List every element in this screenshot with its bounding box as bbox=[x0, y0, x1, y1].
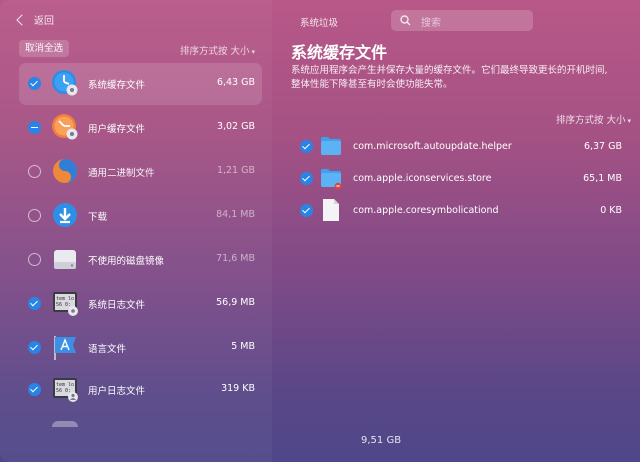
sort-label: 排序方式按 大小 bbox=[555, 115, 626, 126]
category-panel: 返回 取消全选 排序方式按 大小▾ 系统缓存文件 6,43 GB 用户缓存文件 bbox=[0, 0, 272, 462]
checkbox[interactable] bbox=[300, 172, 313, 185]
system-cache-icon bbox=[52, 70, 78, 96]
back-button[interactable]: 返回 bbox=[16, 12, 54, 27]
item-size: 1,21 GB bbox=[216, 165, 255, 176]
downloads-icon bbox=[53, 203, 77, 227]
system-log-icon: tem lo 56 0: bbox=[53, 292, 78, 316]
category-item-universal-binaries[interactable]: 通用二进制文件 1,21 GB bbox=[19, 151, 262, 193]
checkbox[interactable] bbox=[28, 253, 41, 266]
user-cache-icon bbox=[52, 114, 78, 140]
item-size: 5 MB bbox=[231, 341, 255, 352]
file-size: 65,1 MB bbox=[583, 173, 622, 184]
item-label: 系统缓存文件 bbox=[88, 80, 146, 91]
sort-arrow-icon: ▾ bbox=[251, 48, 256, 56]
category-item-downloads[interactable]: 下载 84,1 MB bbox=[19, 195, 262, 237]
item-size: 71,6 MB bbox=[216, 253, 255, 264]
category-item-user-logs[interactable]: tem lo 56 0: 用户日志文件 319 KB bbox=[19, 369, 262, 411]
file-row[interactable]: com.apple.iconservices.store 65,1 MB bbox=[298, 166, 630, 192]
file-name: com.apple.coresymbolicationd bbox=[353, 205, 499, 216]
item-size: 84,1 MB bbox=[216, 209, 255, 220]
description-line: 整体性能下降甚至有时会使功能失常。 bbox=[291, 79, 453, 90]
file-row[interactable]: com.microsoft.autoupdate.helper 6,37 GB bbox=[298, 134, 630, 160]
search-icon bbox=[400, 15, 411, 26]
checkbox[interactable] bbox=[28, 209, 41, 222]
search-input[interactable]: 搜索 bbox=[391, 10, 533, 31]
checkbox[interactable] bbox=[28, 341, 41, 354]
detail-description: 系统应用程序会产生并保存大量的缓存文件。它们最终导致更长的开机时间, 整体性能下… bbox=[291, 64, 611, 92]
category-item-language-files[interactable]: 语言文件 5 MB bbox=[19, 327, 262, 369]
checkbox[interactable] bbox=[28, 383, 41, 396]
section-title: 系统垃圾 bbox=[300, 18, 339, 29]
category-item-unused-disk-images[interactable]: 不使用的磁盘镜像 71,6 MB bbox=[19, 239, 262, 281]
file-size: 0 KB bbox=[600, 205, 622, 216]
file-name: com.apple.iconservices.store bbox=[353, 173, 492, 184]
item-label: 通用二进制文件 bbox=[88, 168, 155, 179]
universal-binary-icon bbox=[53, 159, 77, 183]
sort-label: 排序方式按 大小 bbox=[180, 46, 250, 57]
scroll-fade-item bbox=[52, 421, 78, 427]
item-label: 不使用的磁盘镜像 bbox=[88, 256, 165, 267]
item-size: 56,9 MB bbox=[216, 297, 255, 308]
svg-text:56 0:: 56 0: bbox=[56, 388, 71, 394]
item-label: 下载 bbox=[88, 212, 108, 223]
chevron-left-icon bbox=[16, 13, 28, 26]
item-size: 319 KB bbox=[221, 383, 255, 394]
deselect-all-button[interactable]: 取消全选 bbox=[19, 40, 70, 57]
checkbox[interactable] bbox=[300, 140, 313, 153]
sort-menu-left[interactable]: 排序方式按 大小 ▾ bbox=[180, 43, 255, 57]
checkbox[interactable] bbox=[28, 297, 41, 310]
cleanup-window: 返回 取消全选 排序方式按 大小▾ 系统缓存文件 6,43 GB 用户缓存文件 bbox=[0, 0, 640, 462]
category-item-system-cache[interactable]: 系统缓存文件 6,43 GB bbox=[19, 63, 262, 105]
folder-locked-icon bbox=[321, 169, 342, 190]
detail-title: 系统缓存文件 bbox=[291, 43, 388, 62]
file-row[interactable]: com.apple.coresymbolicationd 0 KB bbox=[298, 198, 630, 224]
item-label: 系统日志文件 bbox=[88, 300, 146, 311]
svg-text:56 0:: 56 0: bbox=[56, 302, 71, 308]
user-log-icon: tem lo 56 0: bbox=[53, 378, 78, 402]
checkbox[interactable] bbox=[28, 165, 41, 178]
sort-menu-right[interactable]: 排序方式按 大小 ▾ bbox=[556, 112, 631, 126]
item-size: 6,43 GB bbox=[216, 77, 255, 88]
file-name: com.microsoft.autoupdate.helper bbox=[353, 141, 512, 152]
checkbox[interactable] bbox=[300, 204, 313, 217]
document-icon bbox=[323, 199, 339, 221]
disk-image-icon bbox=[54, 250, 76, 269]
category-item-system-logs[interactable]: tem lo 56 0: 系统日志文件 56,9 MB bbox=[19, 283, 262, 325]
item-label: 用户日志文件 bbox=[88, 386, 146, 397]
back-label: 返回 bbox=[34, 16, 54, 27]
sort-arrow-icon: ▾ bbox=[627, 117, 631, 125]
folder-icon bbox=[321, 137, 341, 155]
language-files-icon bbox=[54, 336, 76, 360]
description-line: 系统应用程序会产生并保存大量的缓存文件。它们最终导致更长的开机时间, bbox=[291, 65, 608, 76]
total-size: 9,51 GB bbox=[361, 435, 402, 446]
search-placeholder: 搜索 bbox=[421, 18, 441, 29]
item-label: 语言文件 bbox=[88, 344, 127, 355]
item-label: 用户缓存文件 bbox=[88, 124, 146, 135]
item-size: 3,02 GB bbox=[216, 121, 255, 132]
file-size: 6,37 GB bbox=[583, 141, 622, 152]
checkbox[interactable] bbox=[28, 77, 41, 90]
category-item-user-cache[interactable]: 用户缓存文件 3,02 GB bbox=[19, 107, 262, 149]
checkbox[interactable] bbox=[28, 121, 41, 134]
